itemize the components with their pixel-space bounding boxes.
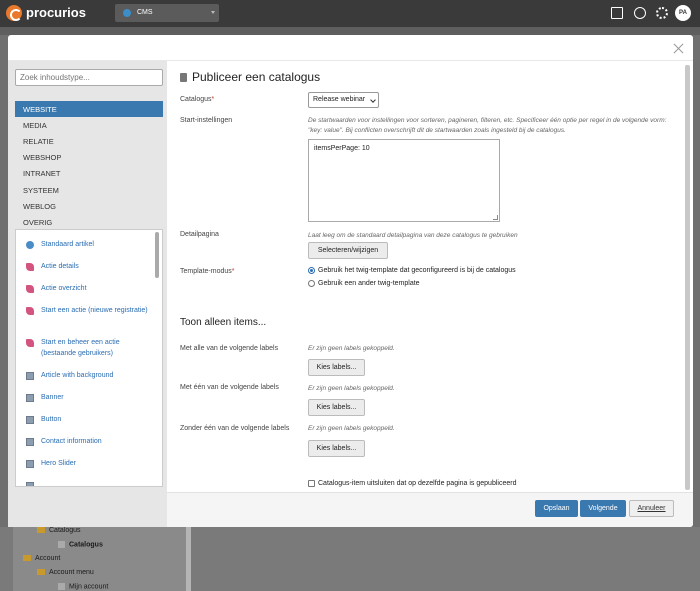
publish-catalog-modal: WEBSITE MEDIA RELATIE WEBSHOP INTRANET S… (8, 35, 693, 527)
gear-icon[interactable] (656, 7, 668, 19)
start-settings-help: De startwaarden voor instellingen voor s… (308, 117, 667, 134)
component-icon (26, 372, 34, 380)
brand-name[interactable]: procurios (26, 5, 86, 20)
resize-handle-icon[interactable] (493, 215, 498, 220)
template-mode-label: Template-modus* (180, 268, 235, 275)
start-settings-textarea[interactable]: itemsPerPage: 10 (308, 139, 500, 222)
background-scrollbar (186, 527, 191, 591)
list-item[interactable]: Start en beheer een actie (bestaande geb… (26, 337, 152, 359)
labels-none-button[interactable]: Kies labels... (308, 440, 365, 457)
content-type-sidebar: WEBSITE MEDIA RELATIE WEBSHOP INTRANET S… (8, 61, 167, 527)
labels-none-label: Zonder één van de volgende labels (180, 425, 290, 432)
labels-one-help: Er zijn geen labels gekoppeld. (308, 385, 395, 392)
start-settings-label: Start-instellingen (180, 117, 233, 124)
select-detail-page-button[interactable]: Selecteren/wijzigen (308, 242, 388, 259)
section-title: Toon alleen items... (180, 317, 267, 328)
tree-node: Account menu (37, 569, 94, 576)
cancel-button[interactable]: Annuleer (629, 500, 674, 517)
modal-footer: Opslaan Volgende Annuleer (167, 492, 693, 527)
detail-page-help: Laat leeg om de standaard detailpagina v… (308, 232, 518, 239)
procurios-logo-icon[interactable] (6, 5, 22, 21)
template-mode-radio-catalog[interactable] (308, 267, 315, 274)
folder-icon (37, 527, 45, 534)
chevron-down-icon (211, 11, 215, 14)
list-item[interactable]: Contact information (26, 436, 152, 447)
action-icon (26, 263, 34, 271)
workspace-label: CMS (137, 9, 153, 16)
tree-node: Catalogus (58, 541, 103, 548)
category-website[interactable]: WEBSITE (15, 101, 163, 117)
template-mode-option-catalog[interactable]: Gebruik het twig-template dat geconfigur… (318, 267, 516, 274)
globe-icon (123, 9, 131, 17)
start-settings-value: itemsPerPage: 10 (314, 145, 370, 152)
list-item[interactable]: Actie overzicht (26, 283, 152, 294)
exclude-label[interactable]: Catalogus-item uitsluiten dat op dezelfd… (318, 480, 516, 487)
tree-node: Mijn account (58, 583, 108, 590)
folder-icon (23, 555, 31, 562)
search-input[interactable] (15, 69, 163, 86)
component-icon (26, 460, 34, 468)
labels-all-button[interactable]: Kies labels... (308, 359, 365, 376)
catalog-icon (180, 73, 187, 82)
zoom-icon[interactable] (634, 7, 646, 19)
scrollbar[interactable] (685, 65, 690, 490)
list-item[interactable]: Article with background (26, 370, 152, 381)
background-toolbar (0, 27, 700, 35)
required-mark: * (211, 96, 215, 103)
category-webshop[interactable]: WEBSHOP (15, 149, 163, 165)
action-icon (26, 307, 34, 315)
action-icon (26, 285, 34, 293)
catalogus-label: Catalogus* (180, 96, 215, 103)
category-overig[interactable]: OVERIG (15, 214, 163, 230)
globe-icon (26, 241, 34, 249)
top-bar: procurios CMS PA (0, 0, 700, 27)
help-icon[interactable] (611, 7, 623, 19)
required-mark: * (231, 268, 235, 275)
page-icon (58, 583, 65, 590)
list-item[interactable]: Button (26, 414, 152, 425)
list-item[interactable]: Start een actie (nieuwe registratie) (26, 305, 152, 316)
component-icon (26, 416, 34, 424)
labels-all-help: Er zijn geen labels gekoppeld. (308, 345, 395, 352)
labels-one-button[interactable]: Kies labels... (308, 399, 365, 416)
tree-node: Catalogus (37, 527, 81, 534)
sidebar-footer (8, 491, 167, 527)
category-relatie[interactable]: RELATIE (15, 133, 163, 149)
labels-one-label: Met één van de volgende labels (180, 384, 279, 391)
list-item[interactable]: Actie details (26, 261, 152, 272)
list-item[interactable]: Standaard artikel (26, 239, 152, 250)
list-item[interactable]: Banner (26, 392, 152, 403)
category-intranet[interactable]: INTRANET (15, 165, 163, 181)
exclude-checkbox[interactable] (308, 480, 315, 487)
scrollbar[interactable] (155, 232, 159, 278)
workspace-select[interactable]: CMS (115, 4, 219, 22)
catalogus-select[interactable]: Release webinar (308, 92, 379, 108)
page-icon (58, 541, 65, 548)
labels-none-help: Er zijn geen labels gekoppeld. (308, 425, 395, 432)
background-tree: Catalogus Catalogus Account Account menu… (13, 527, 188, 591)
avatar[interactable]: PA (675, 5, 691, 21)
detail-page-label: Detailpagina (180, 231, 219, 238)
chevron-down-icon (370, 97, 376, 103)
folder-icon (37, 569, 45, 576)
next-button[interactable]: Volgende (580, 500, 626, 517)
category-weblog[interactable]: WEBLOG (15, 198, 163, 214)
content-type-list: Standaard artikel Actie details Actie ov… (15, 229, 163, 487)
category-media[interactable]: MEDIA (15, 117, 163, 133)
category-systeem[interactable]: SYSTEEM (15, 182, 163, 198)
close-icon[interactable] (674, 43, 684, 53)
page-title: Publiceer een catalogus (192, 70, 321, 84)
list-item[interactable]: Hero Slider (26, 458, 152, 469)
catalogus-value: Release webinar (313, 96, 366, 103)
action-icon (26, 339, 34, 347)
template-mode-option-other[interactable]: Gebruik een ander twig-template (318, 280, 420, 287)
component-icon (26, 438, 34, 446)
component-icon (26, 482, 34, 486)
labels-all-label: Met alle van de volgende labels (180, 345, 279, 352)
save-button[interactable]: Opslaan (535, 500, 578, 517)
template-mode-radio-other[interactable] (308, 280, 315, 287)
tree-node: Account (23, 555, 60, 562)
component-icon (26, 394, 34, 402)
